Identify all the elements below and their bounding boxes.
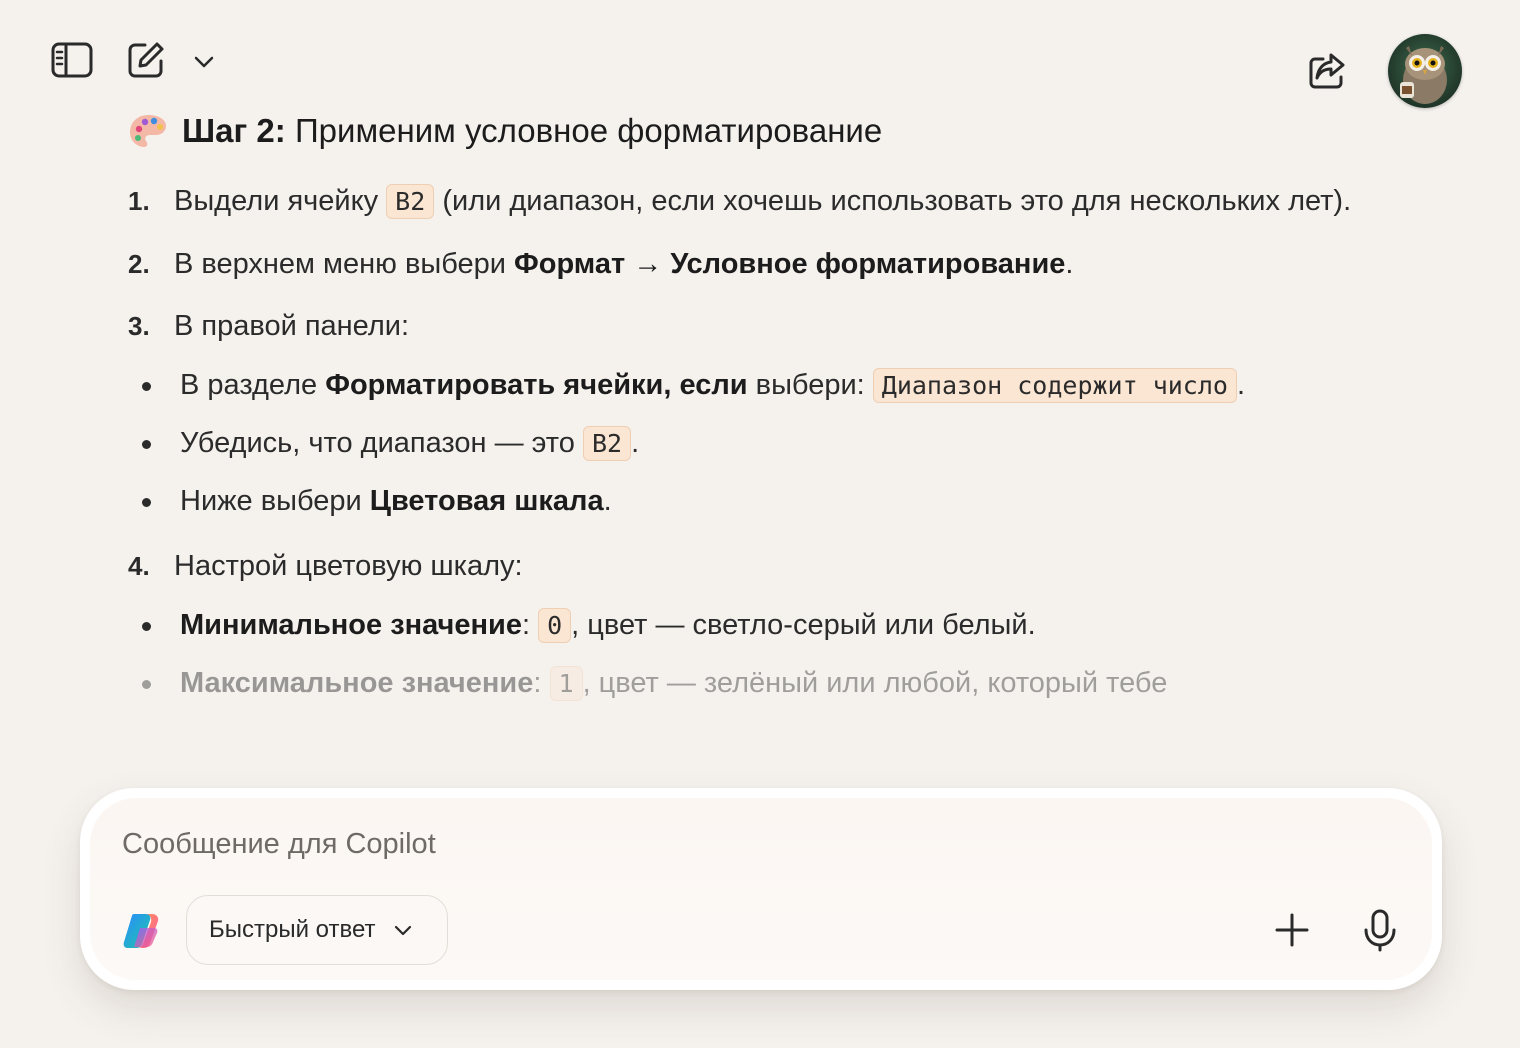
step-text: В верхнем меню выбери bbox=[174, 248, 514, 280]
bullet-bold-text: Минимальное значение bbox=[180, 609, 522, 641]
attach-button[interactable] bbox=[1270, 908, 1314, 952]
bullet-text: . bbox=[1236, 369, 1246, 401]
step-heading-text: Применим условное форматирование bbox=[285, 112, 883, 149]
list-item-step-3: 3. В правой панели: bbox=[128, 303, 1388, 350]
list-item-step-1: 1. Выдели ячейку B2 (или диапазон, если … bbox=[128, 178, 1388, 225]
bullet-dot bbox=[142, 680, 151, 689]
bullet-dot bbox=[142, 622, 151, 631]
bullet-dot bbox=[142, 382, 151, 391]
sidebar-toggle-icon bbox=[51, 42, 93, 78]
bullet-text: : bbox=[533, 667, 550, 699]
inline-code: 0 bbox=[538, 608, 572, 643]
bullet-text: , цвет — светло-серый или белый. bbox=[571, 609, 1036, 641]
bullet-bold-text: Максимальное значение bbox=[180, 667, 534, 699]
assistant-message: Шаг 2: Применим условное форматирование … bbox=[128, 108, 1388, 718]
step-text: (или диапазон, если хочешь использовать … bbox=[434, 185, 1352, 217]
inline-code: B2 bbox=[386, 184, 435, 219]
response-mode-label: Быстрый ответ bbox=[209, 916, 376, 943]
bullet-text: В разделе bbox=[180, 369, 326, 401]
bullet-dot bbox=[142, 440, 151, 449]
palette-icon bbox=[130, 115, 166, 147]
step-heading-prefix: Шаг 2: bbox=[182, 112, 286, 149]
sidebar-toggle-button[interactable] bbox=[50, 40, 94, 80]
step-text: Выдели ячейку bbox=[174, 185, 387, 217]
inline-code: Диапазон содержит число bbox=[872, 368, 1237, 403]
list-number: 4. bbox=[128, 551, 150, 581]
bullet-item: Ниже выбери Цветовая шкала. bbox=[128, 478, 1388, 525]
step-bold-text: Формат → Условное форматирование bbox=[514, 248, 1066, 280]
bullet-text: , цвет — зелёный или любой, который тебе bbox=[582, 667, 1168, 699]
list-number: 2. bbox=[128, 249, 150, 279]
bullet-bold-text: Цветовая шкала bbox=[369, 485, 604, 517]
plus-icon bbox=[1275, 913, 1309, 947]
chat-menu-button[interactable] bbox=[190, 48, 218, 76]
bullet-item: Максимальное значение: 1, цвет — зелёный… bbox=[128, 660, 1388, 707]
top-bar bbox=[0, 0, 1520, 110]
inline-code: B2 bbox=[582, 426, 632, 461]
list-item-step-2: 2. В верхнем меню выбери Формат → Условн… bbox=[128, 241, 1388, 288]
new-chat-button[interactable] bbox=[126, 40, 166, 80]
list-number: 1. bbox=[128, 186, 150, 216]
list-item-step-4: 4. Настрой цветовую шкалу: bbox=[128, 543, 1388, 590]
copilot-logo-icon bbox=[123, 914, 159, 948]
bullet-text: Ниже выбери bbox=[180, 485, 370, 517]
response-mode-dropdown[interactable]: Быстрый ответ bbox=[186, 895, 448, 965]
bullet-text: . bbox=[631, 427, 640, 459]
bullet-item: Убедись, что диапазон — это B2. bbox=[128, 420, 1388, 467]
bullet-list: В разделе Форматировать ячейки, если выб… bbox=[128, 362, 1388, 525]
step-text: Настрой цветовую шкалу: bbox=[174, 550, 523, 582]
owl-avatar-icon bbox=[1388, 34, 1462, 108]
bullet-item: Минимальное значение: 0, цвет — светло-с… bbox=[128, 602, 1388, 649]
new-chat-icon bbox=[128, 42, 164, 78]
bullet-text: Убедись, что диапазон — это bbox=[180, 427, 583, 459]
share-icon bbox=[1309, 53, 1345, 89]
share-button[interactable] bbox=[1306, 50, 1348, 92]
bullet-list: Минимальное значение: 0, цвет — светло-с… bbox=[128, 602, 1388, 707]
bullet-text: : bbox=[521, 609, 539, 641]
message-input[interactable] bbox=[120, 818, 1224, 870]
step-heading: Шаг 2: Применим условное форматирование bbox=[128, 108, 1388, 154]
microphone-icon bbox=[1364, 909, 1396, 952]
step-text: . bbox=[1065, 248, 1074, 280]
step-text: В правой панели: bbox=[174, 310, 410, 342]
bullet-text: выбери: bbox=[747, 369, 873, 401]
bullet-bold-text: Форматировать ячейки, если bbox=[325, 369, 748, 401]
microphone-button[interactable] bbox=[1358, 906, 1402, 954]
chevron-down-icon bbox=[394, 925, 411, 936]
list-number: 3. bbox=[128, 311, 150, 341]
inline-code: 1 bbox=[549, 666, 583, 701]
bullet-item: В разделе Форматировать ячейки, если выб… bbox=[128, 362, 1388, 409]
bullet-text: . bbox=[603, 485, 612, 517]
bullet-dot bbox=[142, 498, 151, 507]
user-avatar[interactable] bbox=[1388, 34, 1462, 108]
chevron-down-icon bbox=[194, 56, 214, 68]
